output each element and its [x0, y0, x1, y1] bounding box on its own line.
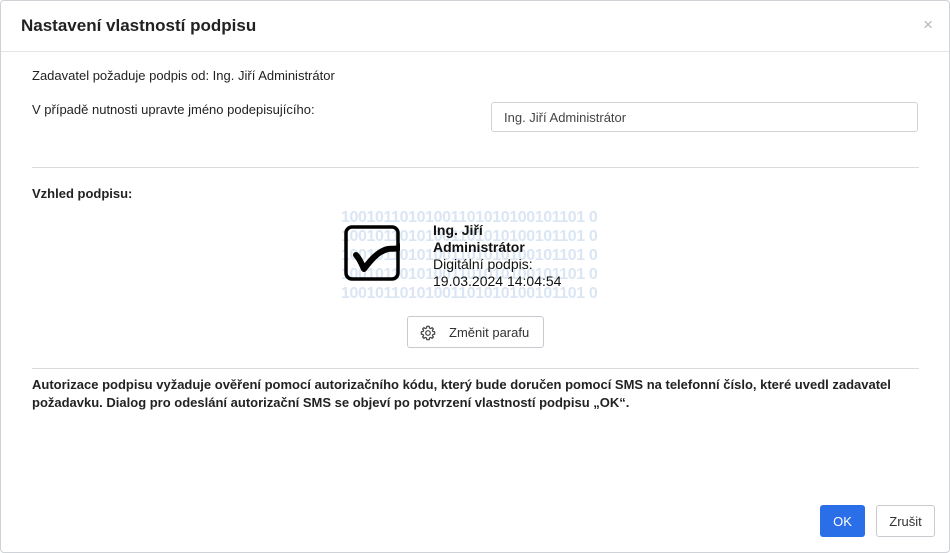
gear-icon — [420, 325, 436, 341]
signature-stamp-icon — [344, 225, 400, 281]
change-initials-label: Změnit parafu — [449, 325, 530, 340]
requester-text: Zadavatel požaduje podpis od: Ing. Jiří … — [32, 68, 335, 83]
authorization-info-text: Autorizace podpisu vyžaduje ověření pomo… — [32, 377, 891, 410]
signature-preview: 10010110101001101010100101101 0 100101101… — [341, 208, 613, 302]
dialog-header: Nastavení vlastností podpisu × — [1, 1, 949, 52]
cancel-button[interactable]: Zrušit — [876, 505, 935, 537]
signature-name-line2: Administrátor — [433, 239, 525, 255]
close-icon[interactable]: × — [923, 15, 933, 35]
ok-button[interactable]: OK — [820, 505, 865, 537]
signature-date: 19.03.2024 14:04:54 — [433, 273, 562, 289]
signature-name-line1: Ing. Jiří — [433, 222, 483, 238]
signature-appearance-title: Vzhled podpisu: — [32, 186, 133, 201]
divider — [32, 368, 919, 369]
change-initials-button[interactable]: Změnit parafu — [407, 316, 544, 348]
signature-text: Ing. Jiří Administrátor Digitální podpis… — [433, 222, 561, 290]
dialog-title: Nastavení vlastností podpisu — [21, 16, 257, 35]
signature-type: Digitální podpis: — [433, 256, 533, 272]
signer-name-input[interactable] — [491, 102, 918, 132]
signer-name-label: V případě nutnosti upravte jméno podepis… — [32, 102, 315, 117]
signature-properties-dialog: Nastavení vlastností podpisu × Zadavatel… — [0, 0, 950, 553]
divider — [32, 167, 919, 168]
